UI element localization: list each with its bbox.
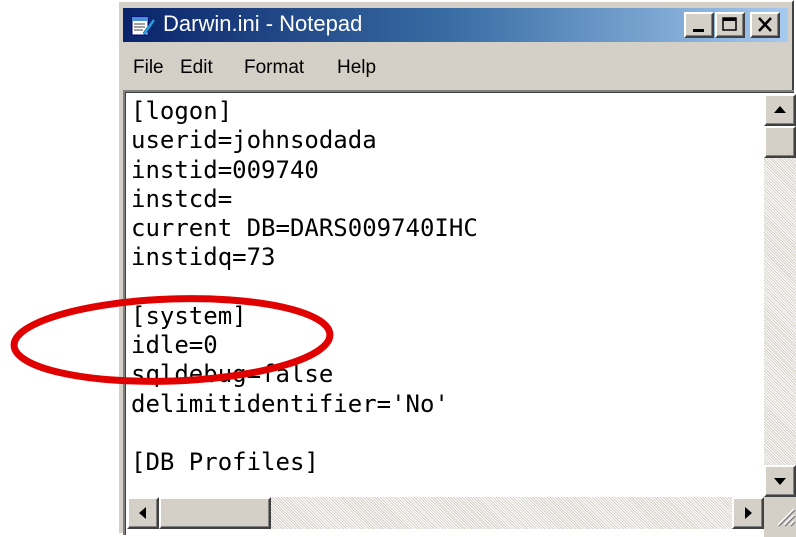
editor-line[interactable]: [DB Profiles] — [131, 450, 319, 474]
close-icon — [758, 17, 772, 32]
scroll-up-button[interactable] — [764, 94, 796, 126]
editor-line[interactable]: current DB=DARS009740IHC — [131, 216, 478, 240]
editor-line[interactable]: idle=0 — [131, 333, 218, 357]
horizontal-scrollbar[interactable] — [127, 497, 764, 529]
editor-line[interactable]: instidq=73 — [131, 245, 276, 269]
maximize-button[interactable] — [715, 12, 745, 38]
scroll-left-button[interactable] — [127, 497, 159, 529]
editor-line[interactable]: delimitidentifier='No' — [131, 392, 449, 416]
arrow-right-icon — [745, 507, 752, 519]
menu-format[interactable]: Format — [244, 57, 304, 79]
notepad-window: Darwin.ini - Notepad File Edit Format He… — [117, 0, 796, 537]
title-bar[interactable]: Darwin.ini - Notepad — [123, 8, 788, 42]
notepad-icon[interactable] — [129, 13, 156, 37]
scroll-down-button[interactable] — [764, 465, 796, 497]
horizontal-scroll-thumb[interactable] — [159, 497, 271, 529]
menu-file[interactable]: File — [133, 57, 164, 79]
editor-line[interactable]: sqldebug=false — [131, 362, 333, 386]
editor-line[interactable]: [system] — [131, 304, 247, 328]
resize-grip-icon — [777, 508, 796, 527]
maximize-icon — [722, 17, 737, 31]
text-editor[interactable]: [logon] userid=johnsodada instid=009740 … — [123, 90, 796, 537]
editor-line[interactable]: userid=johnsodada — [131, 128, 377, 152]
arrow-up-icon — [774, 106, 786, 113]
minimize-icon — [693, 29, 704, 32]
scroll-right-button[interactable] — [732, 497, 764, 529]
editor-line[interactable]: [logon] — [131, 99, 232, 123]
window-title: Darwin.ini - Notepad — [163, 11, 363, 36]
editor-line[interactable]: instid=009740 — [131, 158, 319, 182]
menu-bar: File Edit Format Help — [123, 44, 788, 84]
close-button[interactable] — [750, 12, 780, 38]
vertical-scroll-thumb[interactable] — [764, 126, 796, 158]
menu-help[interactable]: Help — [337, 57, 376, 79]
minimize-button[interactable] — [684, 12, 714, 38]
editor-line[interactable]: instcd= — [131, 187, 232, 211]
arrow-left-icon — [139, 507, 146, 519]
vertical-scrollbar[interactable] — [764, 94, 796, 497]
size-grip[interactable] — [764, 497, 796, 537]
arrow-down-icon — [774, 478, 786, 485]
menu-edit[interactable]: Edit — [180, 57, 213, 79]
